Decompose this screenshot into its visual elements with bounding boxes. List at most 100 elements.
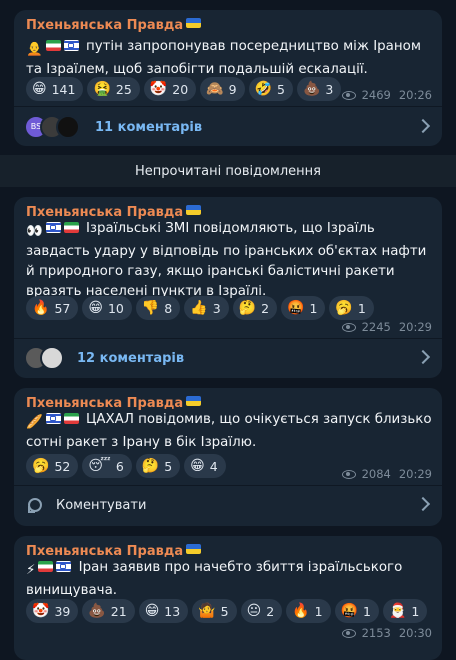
clown-icon: 🤡 (32, 603, 50, 619)
reaction-chip[interactable]: 💩 21 (82, 599, 135, 623)
reaction-chip[interactable]: 🤔 2 (232, 296, 278, 320)
reactions-row: 🤡 39 💩 21 😁 13 🤷 5 😐 2 🔥 1 🤬 1 🎅 1 (26, 599, 428, 623)
israel-flag-icon (45, 413, 61, 424)
channel-name[interactable]: Пхеньянська Правда (26, 205, 202, 220)
reaction-chip[interactable]: 🤷 5 (192, 599, 237, 623)
fire-icon: 🔥 (32, 300, 50, 316)
reaction-count: 3 (212, 300, 221, 316)
post-card[interactable]: Пхеньянська Правда 👀 Ізраїльські ЗМІ пов… (14, 197, 442, 378)
reactions-row: 🥱 52 😴 6 🤔 5 😁 4 (26, 454, 226, 478)
reaction-count: 39 (54, 603, 71, 619)
post-text: 🥖 ЦАХАЛ повідомив, що очікується запуск … (26, 410, 432, 453)
iran-flag-icon (63, 222, 79, 233)
shrug-icon: 🤷 (198, 603, 216, 619)
reaction-count: 21 (110, 603, 127, 619)
reaction-chip[interactable]: 🎅 1 (382, 599, 428, 623)
reaction-chip[interactable]: 🙈 9 (200, 77, 245, 101)
unread-label: Непрочитані повідомлення (135, 163, 321, 179)
comments-button[interactable]: BS 11 коментарів (14, 107, 442, 146)
channel-name-text: Пхеньянська Правда (26, 396, 184, 411)
post-time: 20:29 (398, 467, 432, 481)
lightning-icon: ⚡ (26, 563, 36, 578)
unread-separator: Непрочитані повідомлення (0, 155, 456, 187)
views-icon (341, 628, 356, 638)
views-icon (341, 90, 356, 100)
reaction-chip[interactable]: 👎 8 (135, 296, 181, 320)
israel-flag-icon (63, 40, 79, 51)
grin-icon: 😁 (144, 603, 160, 619)
comments-count: 11 коментарів (95, 119, 203, 135)
post-card[interactable]: Пхеньянська Правда ⚡ Іран заявив про нач… (14, 536, 442, 660)
avatar (56, 115, 80, 139)
reaction-count: 6 (115, 458, 124, 474)
thinking-icon: 🤔 (141, 458, 160, 474)
comment-action-button[interactable]: Коментувати (14, 485, 442, 525)
channel-name[interactable]: Пхеньянська Правда (26, 544, 202, 559)
reaction-chip[interactable]: 👍 3 (184, 296, 229, 320)
views-count: 2084 (361, 467, 391, 481)
reaction-chip[interactable]: 🤬 1 (281, 296, 326, 320)
reaction-count: 5 (164, 458, 173, 474)
neutral-face-icon: 😐 (246, 603, 262, 619)
channel-name-text: Пхеньянська Правда (26, 205, 184, 220)
reaction-chip[interactable]: 💩 3 (296, 77, 342, 101)
reaction-chip[interactable]: 😁 13 (138, 599, 189, 623)
post-card[interactable]: Пхеньянська Правда 🥖 ЦАХАЛ повідомив, що… (14, 388, 442, 526)
reaction-chip[interactable]: 😁 141 (26, 77, 84, 101)
post-meta: 2245 20:29 (341, 320, 432, 334)
ukraine-flag-icon (186, 205, 202, 215)
reaction-chip[interactable]: 😁 10 (82, 296, 132, 320)
views-count: 2153 (361, 626, 391, 640)
reaction-chip[interactable]: 🔥 57 (26, 296, 79, 320)
reaction-chip[interactable]: 🥱 1 (329, 296, 374, 320)
reaction-chip[interactable]: 🔥 1 (286, 599, 331, 623)
post-meta: 2153 20:30 (341, 626, 432, 640)
vomit-icon: 🤮 (93, 81, 111, 97)
channel-name[interactable]: Пхеньянська Правда (26, 18, 202, 33)
reaction-chip[interactable]: 🤡 39 (26, 599, 79, 623)
reaction-count: 3 (325, 81, 334, 97)
post-card[interactable]: Пхеньянська Правда 🧑‍🦲 путін запропонува… (14, 10, 442, 146)
comment-bubble-icon (28, 498, 42, 513)
baguette-icon: 🥖 (26, 415, 43, 430)
post-meta: 2084 20:29 (341, 467, 432, 481)
post-text: ⚡ Іран заявив про начебто збиття ізраїль… (26, 558, 432, 601)
chevron-right-icon (415, 118, 431, 134)
reaction-count: 1 (411, 603, 420, 619)
reaction-chip[interactable]: 😴 6 (82, 454, 132, 478)
reaction-chip[interactable]: 😁 4 (184, 454, 226, 478)
poop-icon: 💩 (88, 603, 106, 619)
reaction-count: 5 (276, 81, 285, 97)
reaction-count: 8 (164, 300, 173, 316)
reaction-chip[interactable]: 🤬 1 (334, 599, 379, 623)
rofl-icon: 🤣 (254, 81, 272, 97)
reaction-count: 1 (357, 300, 366, 316)
reaction-chip[interactable]: 😐 2 (240, 599, 283, 623)
reaction-chip[interactable]: 🤮 25 (87, 77, 140, 101)
reaction-count: 1 (309, 300, 318, 316)
reactions-row: 🔥 57 😁 10 👎 8 👍 3 🤔 2 🤬 1 🥱 1 (26, 296, 374, 320)
reaction-chip[interactable]: 🤡 20 (143, 77, 197, 101)
comments-button[interactable]: 12 коментарів (14, 338, 442, 378)
reaction-count: 4 (209, 458, 218, 474)
sleeping-icon: 😴 (88, 458, 111, 474)
reactions-row: 😁 141 🤮 25 🤡 20 🙈 9 🤣 5 💩 3 (26, 77, 342, 101)
reaction-count: 1 (314, 603, 323, 619)
iran-flag-icon (38, 561, 54, 572)
post-body: Ізраїльські ЗМІ повідомляють, що Ізраїль… (26, 221, 427, 299)
reaction-count: 25 (115, 81, 132, 97)
reaction-count: 52 (54, 458, 71, 474)
iran-flag-icon (45, 40, 61, 51)
post-body: путін запропонував посередництво між Іра… (26, 39, 421, 77)
comment-action-label: Коментувати (56, 497, 147, 513)
post-body: ЦАХАЛ повідомив, що очікується запуск бл… (26, 412, 432, 450)
reaction-chip[interactable]: 🥱 52 (26, 454, 79, 478)
channel-name[interactable]: Пхеньянська Правда (26, 396, 202, 411)
reaction-chip[interactable]: 🤔 5 (135, 454, 181, 478)
israel-flag-icon (56, 561, 72, 572)
reaction-chip[interactable]: 🤣 5 (248, 77, 293, 101)
comments-count: 12 коментарів (77, 350, 185, 366)
views-icon (341, 322, 356, 332)
chevron-right-icon (415, 496, 431, 512)
israel-flag-icon (45, 222, 61, 233)
